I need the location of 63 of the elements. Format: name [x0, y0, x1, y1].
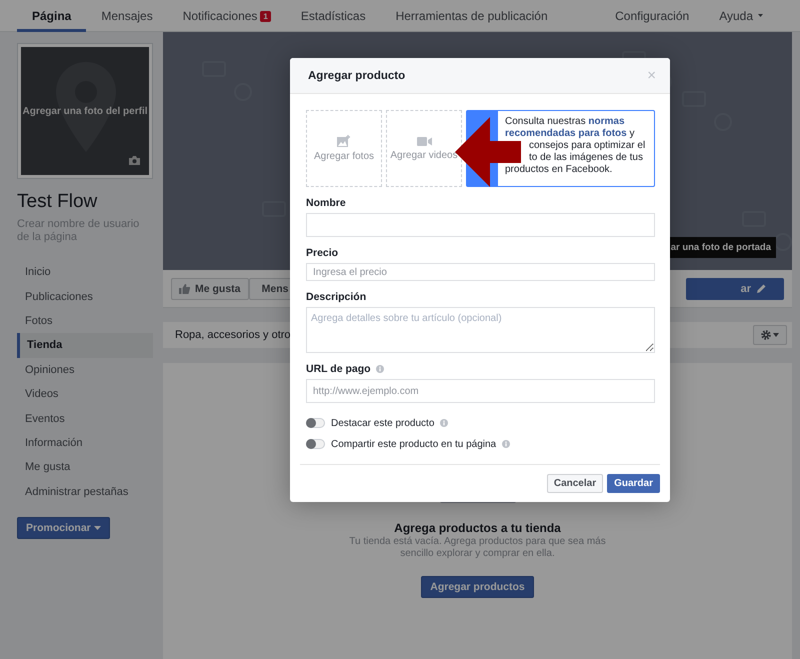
field-label: Nombre	[306, 197, 346, 209]
settings-link[interactable]: Configuración	[600, 0, 704, 31]
toggle-switch[interactable]	[306, 418, 325, 428]
guidelines-text: recomendadas para fotos y	[505, 128, 636, 140]
input-field[interactable]: http://www.ejemplo.com	[306, 379, 655, 403]
dialog-title: Agregar producto	[308, 70, 406, 82]
edit-action-button[interactable]: ar	[686, 278, 784, 300]
shop-section-title: Ropa, accesorios y otro	[175, 329, 291, 341]
like-button[interactable]: Me gusta	[171, 278, 249, 300]
image-icon	[337, 135, 351, 147]
toggle-switch[interactable]	[306, 439, 325, 449]
field-label: Descripción	[306, 291, 366, 303]
notification-badge: 1	[260, 10, 271, 22]
nav-tab[interactable]: Notificaciones 1	[168, 0, 286, 32]
add-profile-photo-label: Agregar una foto del perfil	[22, 106, 148, 116]
guidelines-text: consejos para optimizar el	[528, 140, 646, 152]
nav-tab[interactable]: Herramientas de publicación	[380, 0, 563, 32]
thumbs-up-icon	[179, 284, 190, 294]
camera-icon[interactable]	[129, 156, 140, 165]
sidebar-item[interactable]: Fotos	[17, 308, 153, 334]
empty-shop-text: Tu tienda está vacía. Agrega productos para que sea más sencillo explorar y comprar en ella.	[348, 536, 607, 560]
info-icon	[502, 440, 510, 448]
caret-icon	[773, 333, 779, 337]
field-label: Precio	[306, 247, 338, 259]
input-field[interactable]	[306, 213, 655, 237]
sidebar-item[interactable]: Opiniones	[17, 358, 153, 382]
page-name: Test Flow	[17, 191, 98, 213]
help-menu[interactable]: Ayuda	[704, 0, 778, 31]
caret-icon	[758, 14, 763, 17]
field-label: URL de pago	[306, 363, 371, 375]
settings-icon	[761, 330, 771, 340]
sidebar-item[interactable]: Información	[17, 430, 153, 456]
cancel-button[interactable]: Cancelar	[546, 474, 604, 493]
sidebar-item[interactable]: Eventos	[17, 406, 153, 431]
profile-photo[interactable]: Agregar una foto del perfil	[17, 43, 153, 179]
sidebar-item[interactable]: Inicio	[17, 260, 153, 284]
input-field[interactable]: Ingresa el precio	[306, 263, 655, 281]
sidebar-item[interactable]: Videos	[17, 382, 153, 406]
settings-button[interactable]	[753, 325, 787, 345]
toggle-label: Destacar este producto	[331, 418, 434, 428]
add-cover-photo-button[interactable]: ar una foto de portada	[668, 237, 776, 258]
sidebar-item[interactable]: Publicaciones	[17, 284, 153, 309]
add-photos-button[interactable]: Agregar fotos	[306, 110, 382, 187]
nav-tab[interactable]: Mensajes	[86, 0, 168, 32]
guidelines-text: to de las imágenes de tus	[528, 152, 644, 164]
guidelines-text: productos en Facebook.	[505, 164, 614, 176]
add-products-button[interactable]: Agregar productos	[421, 576, 534, 598]
video-camera-icon	[416, 136, 432, 146]
nav-tab[interactable]: Página	[17, 0, 86, 32]
caret-icon	[94, 526, 101, 530]
toggle-label: Compartir este producto en tu página	[331, 438, 496, 450]
empty-shop-title: Agrega productos a tu tienda	[394, 521, 561, 535]
guidelines-text: Consulta nuestras normas	[505, 116, 626, 128]
info-icon	[440, 419, 448, 427]
description-field[interactable]: Agrega detalles sobre tu artículo (opcional)	[306, 307, 655, 353]
sidebar-item[interactable]: Me gusta	[17, 455, 153, 480]
sidebar-item[interactable]: Administrar pestañas	[17, 480, 153, 504]
pencil-icon	[757, 284, 766, 293]
save-button[interactable]: Guardar	[607, 474, 660, 493]
promote-button[interactable]: Promocionar	[17, 516, 110, 539]
nav-tab[interactable]: Estadísticas	[286, 0, 381, 32]
add-videos-button[interactable]: Agregar videos	[386, 110, 462, 187]
sidebar-item[interactable]: Tienda	[17, 333, 153, 358]
